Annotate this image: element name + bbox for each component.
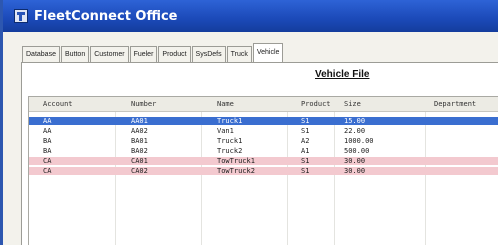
table-cell-product: S1 [301,167,310,175]
column-header-name[interactable]: Name [217,97,234,111]
table-cell-name: TowTruck2 [217,167,255,175]
table-cell-product: A2 [301,137,310,145]
table-cell-size: 30.00 [344,167,366,175]
table-cell-account: CA [43,167,52,175]
table-cell-number: AA01 [131,117,148,125]
table-cell-account: AA [43,127,52,135]
column-header-department[interactable]: Department [434,97,476,111]
table-cell-account: CA [43,157,52,165]
column-header-account[interactable]: Account [43,97,73,111]
table-row[interactable]: AA AA02 Van1 S1 22.00 [29,127,498,135]
table-cell-account: AA [43,117,52,125]
table-row[interactable]: AA AA01 Truck1 S1 15.00 [29,117,498,125]
table-cell-size: 500.00 [344,147,370,155]
table-cell-number: AA02 [131,127,148,135]
table-cell-number: CA02 [131,167,148,175]
table-cell-name: Truck1 [217,137,243,145]
tab-customer[interactable]: Customer [90,46,129,62]
table-row[interactable]: BA BA02 Truck2 A1 500.00 [29,147,498,155]
table-cell-number: BA01 [131,137,148,145]
table-header: Account Number Name Product Size Department [29,97,498,112]
window-title: FleetConnect Office [34,8,178,24]
table-cell-product: A1 [301,147,310,155]
table-row[interactable]: BA BA01 Truck1 A2 1000.00 [29,137,498,145]
table-cell-number: CA01 [131,157,148,165]
table-cell-product: S1 [301,157,310,165]
table-row[interactable]: CA CA02 TowTruck2 S1 30.00 [29,167,498,175]
tab-bar: Database Button Customer Fueler Product SysDe… [22,43,284,62]
table-cell-name: Van1 [217,127,234,135]
page-title: Vehicle File [315,69,370,80]
column-header-product[interactable]: Product [301,97,331,111]
table-cell-account: BA [43,137,52,145]
table-cell-name: Truck2 [217,147,243,155]
table-cell-size: 15.00 [344,117,366,125]
vehicle-table: Account Number Name Product Size Department A… [28,96,498,245]
table-cell-account: BA [43,147,52,155]
table-row[interactable]: CA CA01 TowTruck1 S1 30.00 [29,157,498,165]
table-cell-product: S1 [301,127,310,135]
table-cell-size: 1000.00 [344,137,374,145]
app-window: FleetConnect Office Database Button Custom… [0,0,498,245]
column-header-number[interactable]: Number [131,97,156,111]
table-cell-name: TowTruck1 [217,157,255,165]
title-bar[interactable]: FleetConnect Office [3,0,498,32]
tab-fueler[interactable]: Fueler [129,46,158,62]
table-cell-size: 22.00 [344,127,366,135]
tab-product[interactable]: Product [158,46,191,62]
tab-vehicle[interactable]: Vehicle [252,43,284,62]
app-logo-icon [14,9,28,23]
table-cell-size: 30.00 [344,157,366,165]
tab-sysdefs[interactable]: SysDefs [191,46,226,62]
tab-database[interactable]: Database [22,46,60,62]
table-cell-name: Truck1 [217,117,243,125]
tab-button[interactable]: Button [60,46,90,62]
tab-truck[interactable]: Truck [226,46,252,62]
column-header-size[interactable]: Size [344,97,361,111]
table-cell-product: S1 [301,117,310,125]
table-cell-number: BA02 [131,147,148,155]
